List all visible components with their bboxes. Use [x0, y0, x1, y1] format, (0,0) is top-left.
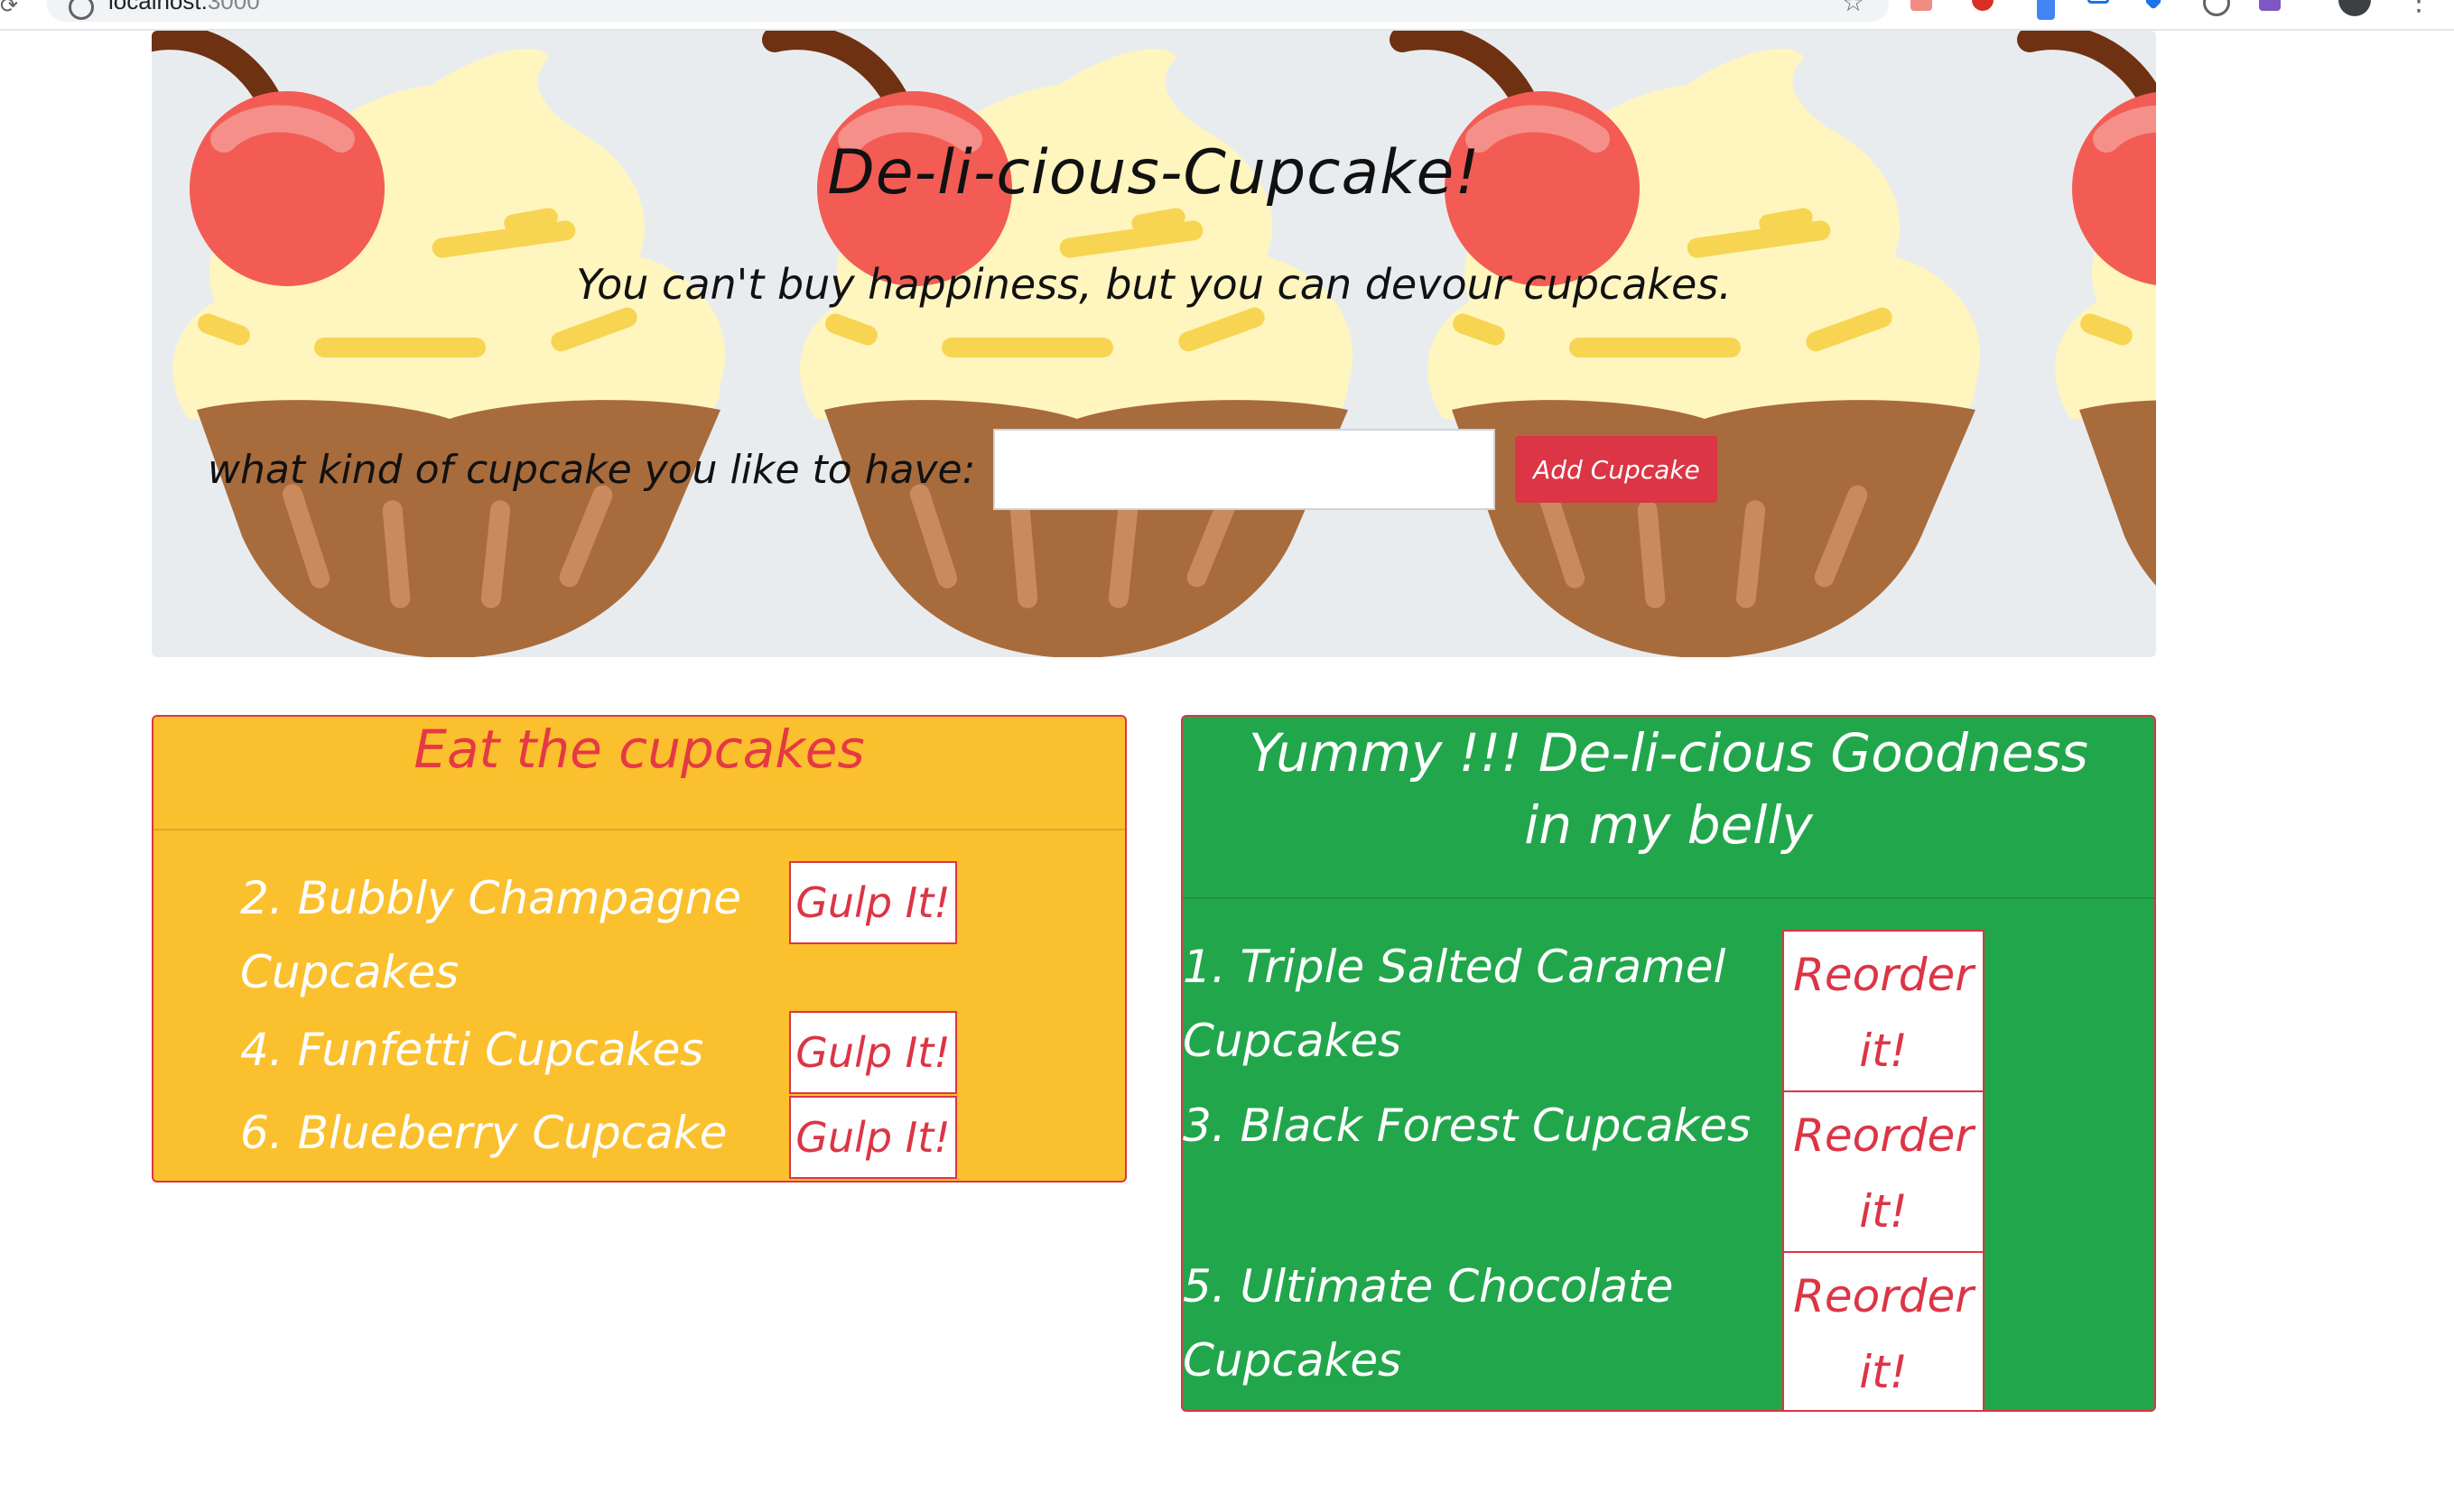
browser-toolbar: ⟳ localhost:3000 ☆ ⋮ — [0, 0, 2454, 31]
profile-avatar[interactable] — [2338, 0, 2371, 16]
address-bar[interactable] — [47, 0, 1889, 22]
extension-icon[interactable] — [2259, 0, 2281, 11]
extension-icon[interactable] — [1972, 0, 1994, 11]
list-item: 4. Funfetti Cupcakes — [240, 1013, 782, 1087]
browser-menu-icon[interactable]: ⋮ — [2405, 0, 2432, 17]
cupcake-name: 3. Black Forest Cupcakes — [1183, 1099, 1752, 1152]
cupcake-name-input[interactable] — [993, 429, 1496, 510]
gulp-it-button[interactable]: Gulp It! — [789, 1011, 957, 1094]
eaten-cupcakes-header: Yummy !!! De-li-cious Goodness in my bel… — [1183, 717, 2154, 899]
list-item: 3. Black Forest Cupcakes — [1183, 1089, 1779, 1163]
cupcake-name: 4. Funfetti Cupcakes — [240, 1024, 704, 1076]
hero-banner: De-li-cious-Cupcake! You can't buy happi… — [152, 31, 2156, 657]
eaten-cupcakes-card: Yummy !!! De-li-cious Goodness in my bel… — [1181, 715, 2156, 1412]
extension-icon[interactable] — [2144, 0, 2162, 10]
list-item: 6. Blueberry Cupcake — [240, 1096, 782, 1170]
add-cupcake-form: what kind of cupcake you like to have: A… — [208, 426, 1718, 513]
reorder-it-button[interactable]: Reorder it! — [1782, 1090, 1985, 1253]
list-item: 2. Bubbly Champagne Cupcakes — [240, 861, 782, 1009]
cupcake-name: 1. Triple Salted Caramel Cupcakes — [1183, 941, 1726, 1067]
reorder-it-button[interactable]: Reorder it! — [1782, 1251, 1985, 1410]
list-item: 1. Triple Salted Caramel Cupcakes — [1183, 930, 1779, 1078]
reorder-it-button[interactable]: Reorder it! — [1782, 930, 1985, 1092]
list-item: 5. Ultimate Chocolate Cupcakes — [1183, 1249, 1779, 1397]
extension-icon[interactable] — [2037, 0, 2055, 20]
cupcake-background-illustration — [152, 31, 2156, 657]
gulp-it-button[interactable]: Gulp It! — [789, 1096, 957, 1179]
eat-cupcakes-card: Eat the cupcakes 2. Bubbly Champagne Cup… — [152, 715, 1127, 1183]
cupcake-name: 2. Bubbly Champagne Cupcakes — [240, 872, 741, 998]
cupcake-name: 6. Blueberry Cupcake — [240, 1107, 728, 1159]
cupcake-input-label: what kind of cupcake you like to have: — [208, 446, 976, 493]
reload-icon[interactable]: ⟳ — [0, 0, 18, 18]
add-cupcake-button[interactable]: Add Cupcake — [1515, 436, 1718, 503]
address-bar-url: localhost:3000 — [108, 0, 260, 14]
page-title: De-li-cious-Cupcake! — [827, 137, 1481, 209]
page-tagline: You can't buy happiness, but you can dev… — [576, 260, 1732, 309]
cupcake-name: 5. Ultimate Chocolate Cupcakes — [1183, 1260, 1674, 1387]
gulp-it-button[interactable]: Gulp It! — [789, 861, 957, 944]
extension-icon[interactable] — [1910, 0, 1932, 11]
extension-icon[interactable] — [2087, 0, 2109, 4]
eat-cupcakes-header: Eat the cupcakes — [153, 717, 1125, 830]
bookmark-star-icon[interactable]: ☆ — [1842, 0, 1864, 17]
extension-icon[interactable] — [2203, 0, 2230, 16]
